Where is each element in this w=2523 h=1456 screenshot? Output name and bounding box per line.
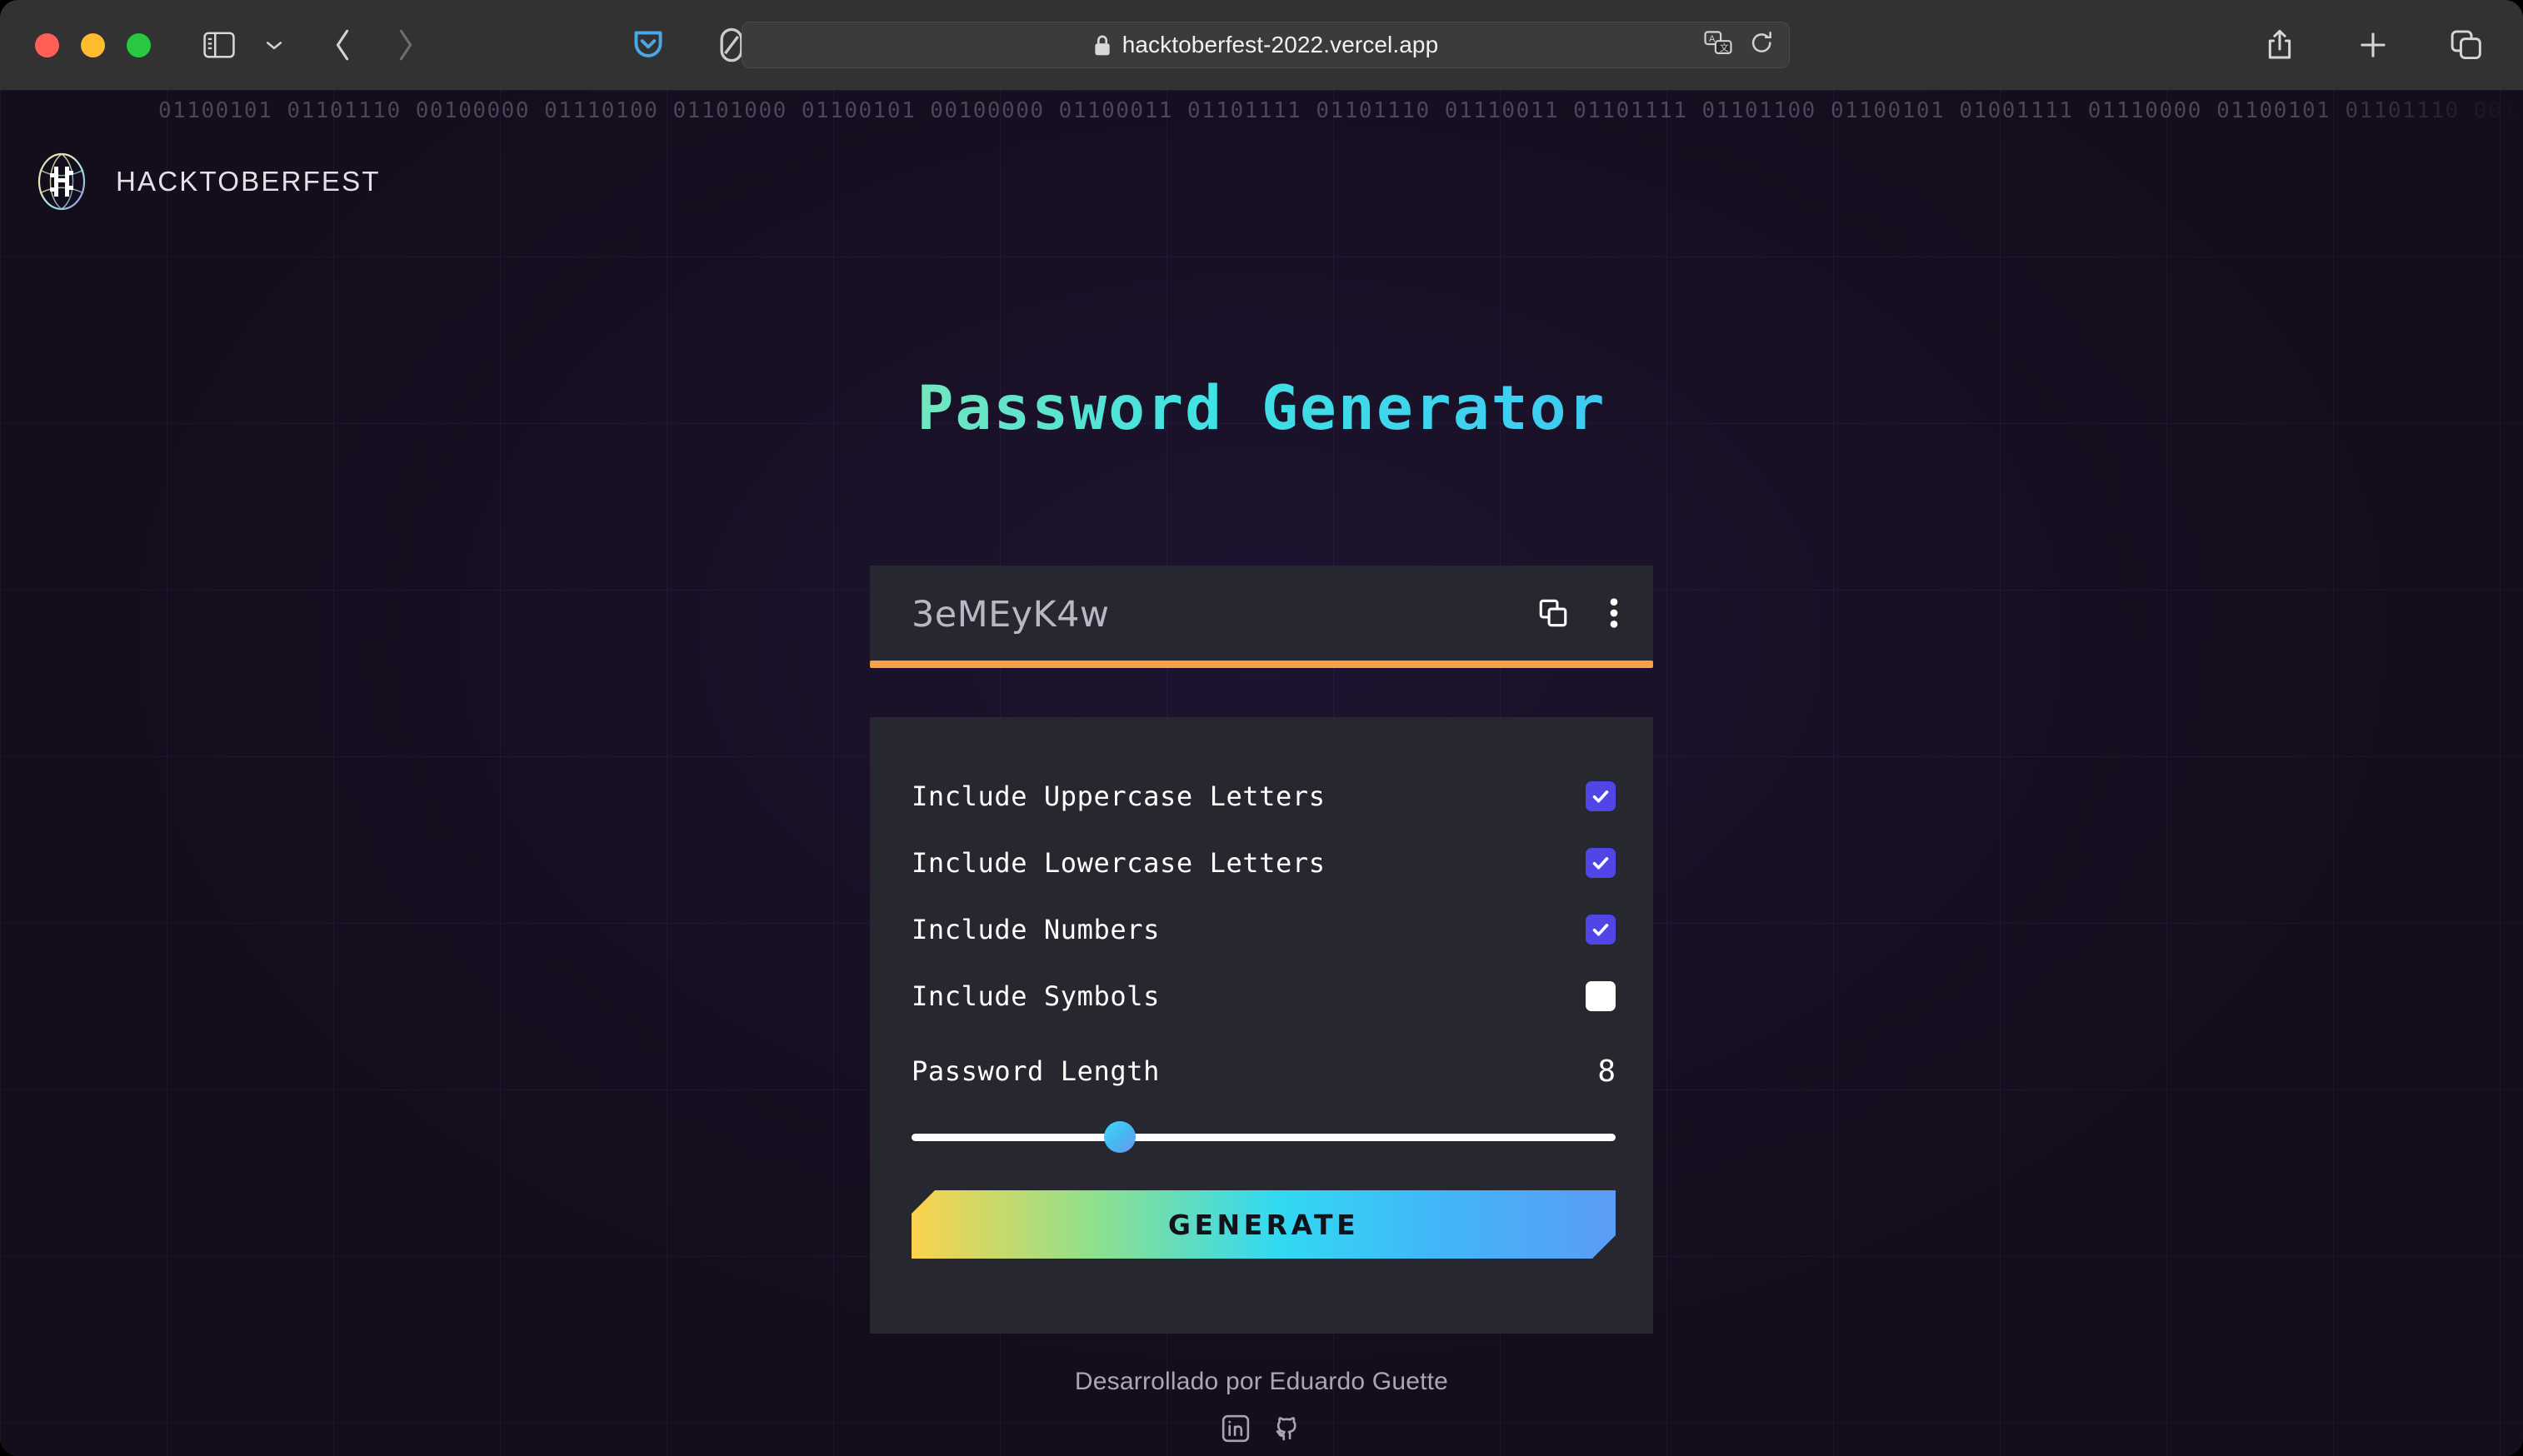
- checkbox-numbers[interactable]: [1586, 915, 1616, 945]
- hacktoberfest-logo-icon: [35, 150, 88, 213]
- reload-icon[interactable]: [1751, 31, 1774, 60]
- option-label: Include Lowercase Letters: [912, 847, 1326, 879]
- checkbox-lowercase[interactable]: [1586, 848, 1616, 878]
- slider-track: [912, 1133, 1616, 1141]
- url-bar[interactable]: hacktoberfest-2022.vercel.app A 文: [742, 22, 1790, 68]
- binary-decoration: 01100101 01101110 00100000 01110100 0110…: [158, 98, 2523, 123]
- brand-name: HACKTOBERFEST: [116, 166, 381, 197]
- password-display[interactable]: 3eMEyK4w: [870, 566, 1653, 664]
- brand: HACKTOBERFEST: [35, 150, 381, 213]
- window-controls: [35, 32, 151, 57]
- translate-icon[interactable]: A 文: [1704, 31, 1732, 60]
- password-length-label: Password Length: [912, 1055, 1160, 1087]
- password-value: 3eMEyK4w: [912, 594, 1110, 636]
- password-length-slider[interactable]: [912, 1120, 1616, 1154]
- browser-toolbar: hacktoberfest-2022.vercel.app A 文: [0, 0, 2523, 90]
- chevron-down-icon[interactable]: [251, 22, 297, 68]
- navigation-controls: [319, 22, 429, 68]
- option-label: Include Numbers: [912, 914, 1160, 945]
- plus-icon[interactable]: [2350, 22, 2396, 68]
- forward-arrow-icon[interactable]: [382, 22, 429, 68]
- generate-button[interactable]: GENERATE: [912, 1190, 1616, 1259]
- option-row-uppercase[interactable]: Include Uppercase Letters: [912, 763, 1616, 830]
- linkedin-icon[interactable]: [1222, 1414, 1250, 1447]
- close-window-button[interactable]: [35, 32, 59, 57]
- option-label: Include Symbols: [912, 980, 1160, 1012]
- copy-icon[interactable]: [1538, 598, 1568, 632]
- lock-icon: [1093, 34, 1112, 57]
- option-label: Include Uppercase Letters: [912, 780, 1326, 812]
- more-vertical-icon[interactable]: [1608, 596, 1620, 634]
- extension-icons: [625, 22, 755, 68]
- page-content: 01100101 01101110 00100000 01110100 0110…: [0, 90, 2523, 1456]
- back-arrow-icon[interactable]: [319, 22, 366, 68]
- password-actions: [1538, 596, 1620, 634]
- toolbar-right-actions: [2256, 22, 2490, 68]
- browser-window: hacktoberfest-2022.vercel.app A 文 011001…: [0, 0, 2523, 1456]
- password-underline: [870, 661, 1653, 668]
- checkbox-symbols[interactable]: [1586, 981, 1616, 1011]
- svg-text:文: 文: [1720, 42, 1729, 53]
- tab-overview-icon[interactable]: [2443, 22, 2490, 68]
- options-card: Include Uppercase Letters Include Lowerc…: [870, 717, 1653, 1334]
- sidebar-icon[interactable]: [196, 22, 242, 68]
- github-icon[interactable]: [1273, 1414, 1301, 1447]
- minimize-window-button[interactable]: [81, 32, 105, 57]
- option-row-numbers[interactable]: Include Numbers: [912, 896, 1616, 963]
- svg-text:A: A: [1709, 34, 1716, 44]
- page-title: Password Generator: [0, 373, 2523, 444]
- option-row-symbols[interactable]: Include Symbols: [912, 963, 1616, 1030]
- pocket-icon[interactable]: [625, 22, 672, 68]
- footer-social-links: [0, 1414, 2523, 1447]
- checkbox-uppercase[interactable]: [1586, 781, 1616, 811]
- url-text: hacktoberfest-2022.vercel.app: [1122, 32, 1439, 57]
- maximize-window-button[interactable]: [127, 32, 151, 57]
- option-row-lowercase[interactable]: Include Lowercase Letters: [912, 830, 1616, 896]
- url-bar-actions: A 文: [1704, 31, 1774, 60]
- footer: Desarrollado por Eduardo Guette: [0, 1368, 2523, 1447]
- password-length-value: 8: [1597, 1054, 1616, 1089]
- footer-credit: Desarrollado por Eduardo Guette: [1074, 1368, 1449, 1395]
- sidebar-controls: [196, 22, 297, 68]
- password-length-row: Password Length 8: [912, 1035, 1616, 1107]
- slider-thumb[interactable]: [1104, 1121, 1137, 1153]
- share-icon[interactable]: [2256, 22, 2303, 68]
